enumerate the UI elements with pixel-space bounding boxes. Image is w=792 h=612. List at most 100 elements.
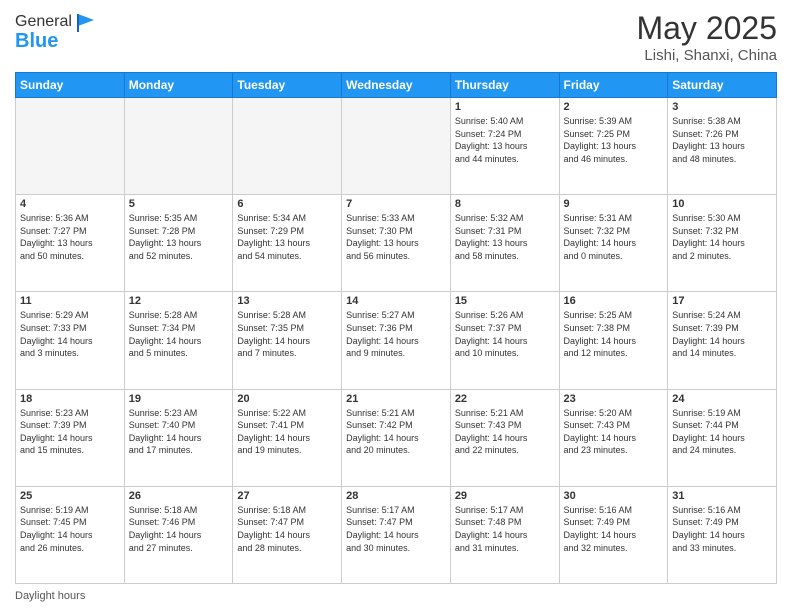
calendar-cell-3-5: 23 Sunrise: 5:20 AM Sunset: 7:43 PM Dayli… bbox=[559, 389, 668, 486]
day-number: 18 bbox=[20, 393, 120, 405]
day-info: Sunrise: 5:28 AM Sunset: 7:34 PM Dayligh… bbox=[129, 309, 229, 359]
weekday-header-sunday: Sunday bbox=[16, 73, 125, 98]
page: General Blue May 2025 Lishi, Shanxi, Chi… bbox=[0, 0, 792, 612]
day-number: 17 bbox=[672, 295, 772, 307]
calendar-cell-4-3: 28 Sunrise: 5:17 AM Sunset: 7:47 PM Dayli… bbox=[342, 486, 451, 583]
week-row-3: 18 Sunrise: 5:23 AM Sunset: 7:39 PM Dayli… bbox=[16, 389, 777, 486]
day-info: Sunrise: 5:28 AM Sunset: 7:35 PM Dayligh… bbox=[237, 309, 337, 359]
day-number: 24 bbox=[672, 393, 772, 405]
day-info: Sunrise: 5:31 AM Sunset: 7:32 PM Dayligh… bbox=[564, 212, 664, 262]
day-number: 12 bbox=[129, 295, 229, 307]
day-number: 9 bbox=[564, 198, 664, 210]
calendar-cell-4-5: 30 Sunrise: 5:16 AM Sunset: 7:49 PM Dayli… bbox=[559, 486, 668, 583]
day-number: 11 bbox=[20, 295, 120, 307]
day-number: 5 bbox=[129, 198, 229, 210]
weekday-header-monday: Monday bbox=[124, 73, 233, 98]
calendar-cell-0-3 bbox=[342, 98, 451, 195]
calendar-cell-1-4: 8 Sunrise: 5:32 AM Sunset: 7:31 PM Daylig… bbox=[450, 195, 559, 292]
day-number: 15 bbox=[455, 295, 555, 307]
day-info: Sunrise: 5:27 AM Sunset: 7:36 PM Dayligh… bbox=[346, 309, 446, 359]
day-info: Sunrise: 5:26 AM Sunset: 7:37 PM Dayligh… bbox=[455, 309, 555, 359]
day-info: Sunrise: 5:40 AM Sunset: 7:24 PM Dayligh… bbox=[455, 115, 555, 165]
day-number: 28 bbox=[346, 490, 446, 502]
weekday-header-row: SundayMondayTuesdayWednesdayThursdayFrid… bbox=[16, 73, 777, 98]
calendar-cell-0-4: 1 Sunrise: 5:40 AM Sunset: 7:24 PM Daylig… bbox=[450, 98, 559, 195]
day-info: Sunrise: 5:36 AM Sunset: 7:27 PM Dayligh… bbox=[20, 212, 120, 262]
day-info: Sunrise: 5:17 AM Sunset: 7:48 PM Dayligh… bbox=[455, 504, 555, 554]
calendar-cell-0-2 bbox=[233, 98, 342, 195]
calendar-cell-2-4: 15 Sunrise: 5:26 AM Sunset: 7:37 PM Dayli… bbox=[450, 292, 559, 389]
day-number: 6 bbox=[237, 198, 337, 210]
day-info: Sunrise: 5:20 AM Sunset: 7:43 PM Dayligh… bbox=[564, 407, 664, 457]
day-info: Sunrise: 5:39 AM Sunset: 7:25 PM Dayligh… bbox=[564, 115, 664, 165]
day-number: 19 bbox=[129, 393, 229, 405]
day-number: 8 bbox=[455, 198, 555, 210]
day-number: 21 bbox=[346, 393, 446, 405]
header: General Blue May 2025 Lishi, Shanxi, Chi… bbox=[15, 10, 777, 64]
day-info: Sunrise: 5:16 AM Sunset: 7:49 PM Dayligh… bbox=[672, 504, 772, 554]
calendar-cell-0-5: 2Sunrise: 5:39 AM Sunset: 7:25 PM Daylig… bbox=[559, 98, 668, 195]
calendar-table: SundayMondayTuesdayWednesdayThursdayFrid… bbox=[15, 72, 777, 584]
logo-blue-text: Blue bbox=[15, 30, 58, 53]
calendar-cell-3-4: 22Sunrise: 5:21 AM Sunset: 7:43 PM Dayli… bbox=[450, 389, 559, 486]
calendar-cell-1-5: 9 Sunrise: 5:31 AM Sunset: 7:32 PM Daylig… bbox=[559, 195, 668, 292]
weekday-header-thursday: Thursday bbox=[450, 73, 559, 98]
day-number: 14 bbox=[346, 295, 446, 307]
day-info: Sunrise: 5:38 AM Sunset: 7:26 PM Dayligh… bbox=[672, 115, 772, 165]
calendar-cell-2-6: 17 Sunrise: 5:24 AM Sunset: 7:39 PM Dayli… bbox=[668, 292, 777, 389]
calendar-cell-0-6: 3 Sunrise: 5:38 AM Sunset: 7:26 PM Daylig… bbox=[668, 98, 777, 195]
week-row-2: 11 Sunrise: 5:29 AM Sunset: 7:33 PM Dayli… bbox=[16, 292, 777, 389]
day-info: Sunrise: 5:19 AM Sunset: 7:45 PM Dayligh… bbox=[20, 504, 120, 554]
day-info: Sunrise: 5:17 AM Sunset: 7:47 PM Dayligh… bbox=[346, 504, 446, 554]
calendar-cell-2-2: 13 Sunrise: 5:28 AM Sunset: 7:35 PM Dayli… bbox=[233, 292, 342, 389]
day-info: Sunrise: 5:21 AM Sunset: 7:42 PM Dayligh… bbox=[346, 407, 446, 457]
day-number: 4 bbox=[20, 198, 120, 210]
logo: General Blue bbox=[15, 10, 98, 53]
day-number: 16 bbox=[564, 295, 664, 307]
day-number: 30 bbox=[564, 490, 664, 502]
day-info: Sunrise: 5:35 AM Sunset: 7:28 PM Dayligh… bbox=[129, 212, 229, 262]
day-number: 3 bbox=[672, 101, 772, 113]
daylight-hours-label: Daylight hours bbox=[15, 590, 85, 602]
calendar-cell-1-6: 10Sunrise: 5:30 AM Sunset: 7:32 PM Dayli… bbox=[668, 195, 777, 292]
day-number: 26 bbox=[129, 490, 229, 502]
day-info: Sunrise: 5:16 AM Sunset: 7:49 PM Dayligh… bbox=[564, 504, 664, 554]
weekday-header-tuesday: Tuesday bbox=[233, 73, 342, 98]
calendar-cell-1-0: 4 Sunrise: 5:36 AM Sunset: 7:27 PM Daylig… bbox=[16, 195, 125, 292]
day-info: Sunrise: 5:29 AM Sunset: 7:33 PM Dayligh… bbox=[20, 309, 120, 359]
calendar-cell-1-3: 7 Sunrise: 5:33 AM Sunset: 7:30 PM Daylig… bbox=[342, 195, 451, 292]
day-info: Sunrise: 5:23 AM Sunset: 7:39 PM Dayligh… bbox=[20, 407, 120, 457]
calendar-cell-2-5: 16 Sunrise: 5:25 AM Sunset: 7:38 PM Dayli… bbox=[559, 292, 668, 389]
title-block: May 2025 Lishi, Shanxi, China bbox=[636, 10, 777, 64]
day-number: 10 bbox=[672, 198, 772, 210]
calendar-cell-4-4: 29 Sunrise: 5:17 AM Sunset: 7:48 PM Dayli… bbox=[450, 486, 559, 583]
calendar-cell-4-2: 27Sunrise: 5:18 AM Sunset: 7:47 PM Dayli… bbox=[233, 486, 342, 583]
week-row-4: 25 Sunrise: 5:19 AM Sunset: 7:45 PM Dayli… bbox=[16, 486, 777, 583]
calendar-cell-0-0 bbox=[16, 98, 125, 195]
day-number: 23 bbox=[564, 393, 664, 405]
calendar-cell-0-1 bbox=[124, 98, 233, 195]
footer: Daylight hours bbox=[15, 590, 777, 602]
day-info: Sunrise: 5:25 AM Sunset: 7:38 PM Dayligh… bbox=[564, 309, 664, 359]
day-info: Sunrise: 5:33 AM Sunset: 7:30 PM Dayligh… bbox=[346, 212, 446, 262]
calendar-cell-3-1: 19Sunrise: 5:23 AM Sunset: 7:40 PM Dayli… bbox=[124, 389, 233, 486]
day-number: 25 bbox=[20, 490, 120, 502]
day-number: 1 bbox=[455, 101, 555, 113]
day-number: 29 bbox=[455, 490, 555, 502]
day-info: Sunrise: 5:18 AM Sunset: 7:46 PM Dayligh… bbox=[129, 504, 229, 554]
day-info: Sunrise: 5:19 AM Sunset: 7:44 PM Dayligh… bbox=[672, 407, 772, 457]
weekday-header-saturday: Saturday bbox=[668, 73, 777, 98]
day-info: Sunrise: 5:24 AM Sunset: 7:39 PM Dayligh… bbox=[672, 309, 772, 359]
day-number: 13 bbox=[237, 295, 337, 307]
calendar-cell-3-3: 21 Sunrise: 5:21 AM Sunset: 7:42 PM Dayli… bbox=[342, 389, 451, 486]
day-info: Sunrise: 5:34 AM Sunset: 7:29 PM Dayligh… bbox=[237, 212, 337, 262]
calendar-cell-1-1: 5 Sunrise: 5:35 AM Sunset: 7:28 PM Daylig… bbox=[124, 195, 233, 292]
calendar-cell-1-2: 6 Sunrise: 5:34 AM Sunset: 7:29 PM Daylig… bbox=[233, 195, 342, 292]
logo-flag-icon bbox=[74, 10, 98, 34]
calendar-cell-2-1: 12 Sunrise: 5:28 AM Sunset: 7:34 PM Dayli… bbox=[124, 292, 233, 389]
logo-general-text: General bbox=[15, 13, 72, 31]
day-number: 27 bbox=[237, 490, 337, 502]
calendar-cell-4-0: 25 Sunrise: 5:19 AM Sunset: 7:45 PM Dayli… bbox=[16, 486, 125, 583]
day-number: 7 bbox=[346, 198, 446, 210]
day-info: Sunrise: 5:32 AM Sunset: 7:31 PM Dayligh… bbox=[455, 212, 555, 262]
